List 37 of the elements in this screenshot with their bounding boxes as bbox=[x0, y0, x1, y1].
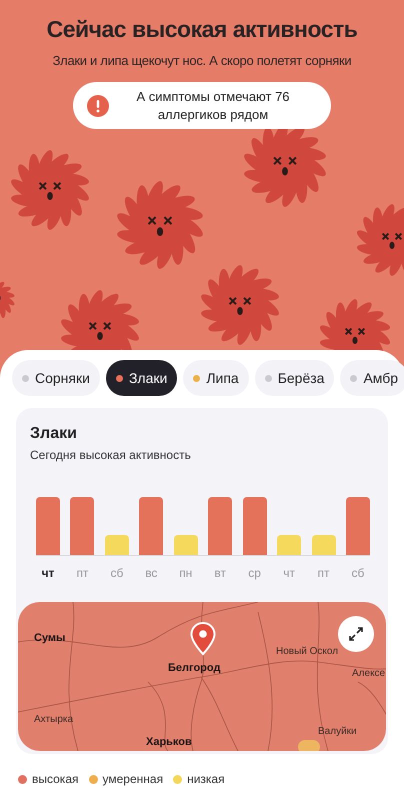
notice-text: А симптомы отмечают 76 аллергиков рядом bbox=[135, 88, 291, 124]
day-label: вт bbox=[213, 565, 227, 582]
subtitle: Злаки и липа щекочут нос. А скоро полетят сорняки bbox=[52, 52, 352, 70]
day-label: чт bbox=[40, 565, 56, 582]
legend-label: низкая bbox=[187, 771, 225, 788]
expand-button[interactable] bbox=[338, 616, 374, 652]
alert-icon bbox=[87, 94, 109, 117]
map-place-label: Харьков bbox=[146, 735, 192, 750]
map-place-label: Ахтырка bbox=[34, 713, 74, 727]
filter-tab[interactable]: Берёза bbox=[254, 360, 334, 396]
map-place-label: Валуйки bbox=[318, 725, 357, 739]
pollen-creature-drawing bbox=[356, 204, 404, 276]
card-subtitle: Сегодня высокая активность bbox=[30, 447, 192, 464]
heading: Сейчас высокая активность bbox=[46, 15, 358, 44]
location-pin-icon bbox=[190, 622, 216, 656]
day-label: пт bbox=[75, 565, 90, 582]
filter-tab[interactable]: Злаки bbox=[106, 360, 178, 396]
day-label: пн bbox=[178, 565, 194, 582]
map-place-label: Белгород bbox=[168, 661, 220, 676]
day-label: сб bbox=[109, 565, 124, 582]
filter-tab[interactable]: Сорняки bbox=[12, 360, 100, 396]
card-title: Злаки bbox=[30, 424, 78, 444]
day-label: ср bbox=[247, 565, 262, 582]
map-place-label: Новый Оскол bbox=[276, 645, 338, 659]
day-label: вс bbox=[144, 565, 158, 582]
filter-tab[interactable]: Липа bbox=[183, 360, 249, 396]
map[interactable]: Сумы Белгород Новый Оскол Алексе Ахтырка Валуйки Харьков bbox=[18, 602, 386, 751]
filter-tab[interactable]: Амбр bbox=[340, 360, 404, 396]
map-place-label: Сумы bbox=[34, 631, 66, 646]
pollen-creature-drawing bbox=[0, 282, 14, 320]
expand-icon bbox=[349, 627, 363, 641]
day-label: сб bbox=[350, 565, 366, 582]
legend-label: высокая bbox=[32, 771, 78, 788]
day-label: пт bbox=[316, 565, 330, 582]
map-place-label: Алексе bbox=[352, 667, 386, 681]
legend-label: умеренная bbox=[102, 771, 164, 788]
day-label: чт bbox=[282, 565, 296, 582]
